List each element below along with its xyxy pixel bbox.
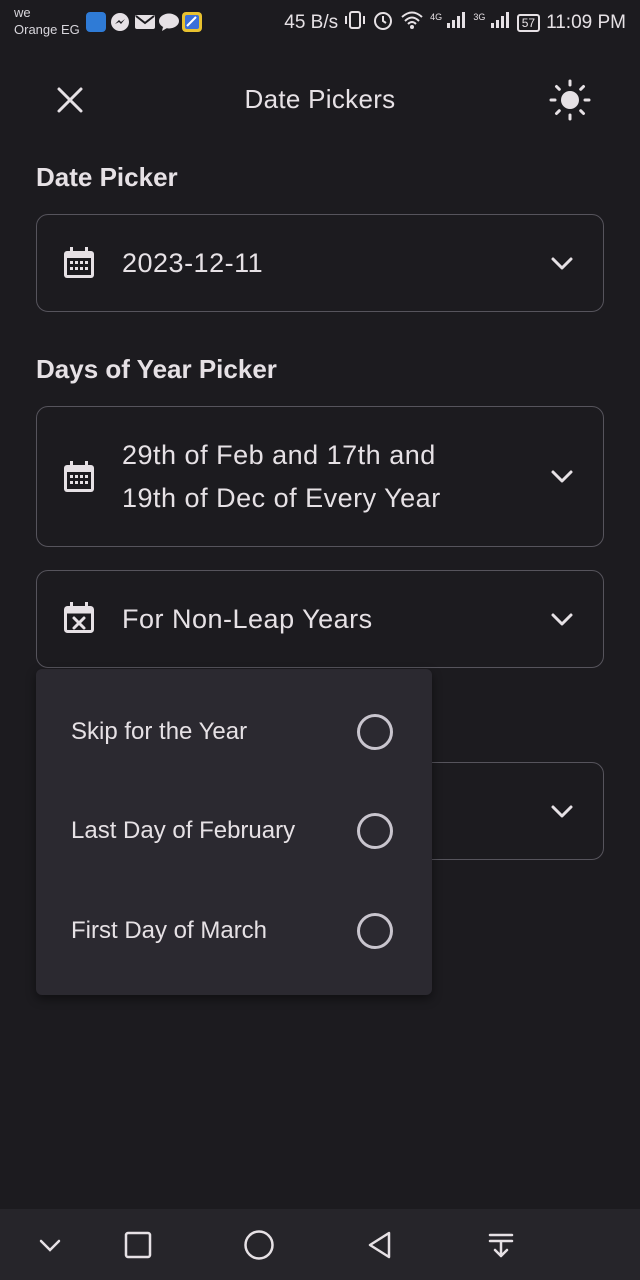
signal-bars-icon [490,12,511,28]
signal-3g: 3G [473,12,510,34]
menu-item-skip-for-the-year[interactable]: Skip for the Year [36,685,432,785]
battery-level: 57 [521,16,536,30]
non-leap-options-menu: Skip for the Year Last Day of February F… [36,669,432,995]
theme-toggle-button[interactable] [546,76,594,124]
page-title: Date Pickers [244,84,396,114]
sun-icon [549,79,591,121]
app-bar: Date Pickers [0,54,640,146]
days-of-year-value-line2: 19th of Dec of Every Year [122,483,441,513]
back-triangle-icon [368,1231,391,1259]
chevron-down-icon [39,1239,61,1252]
clock: 11:09 PM [546,12,626,33]
notification-pull-icon [488,1233,514,1258]
date-picker-label: Date Picker [36,162,178,192]
calendar-icon [64,461,94,492]
nav-recents-button[interactable] [118,1225,158,1265]
notification-icons [86,12,202,32]
status-bar: we Orange EG 45 B/s 4G 3G 57 11:09 PM [0,0,640,44]
date-picker-field[interactable]: 2023-12-11 [36,214,604,312]
screen: we Orange EG 45 B/s 4G 3G 57 11:09 PM Da… [0,0,640,1280]
signal-bars-icon [447,12,467,28]
days-of-year-label: Days of Year Picker [36,354,277,384]
status-right: 45 B/s 4G 3G 57 11:09 PM [284,9,626,37]
carrier-line2: Orange EG [14,22,80,37]
chevron-down-icon [551,613,573,626]
alarm-icon [372,9,394,37]
chevron-down-icon [551,470,573,483]
menu-item-label: Skip for the Year [71,718,248,745]
radio-button[interactable] [357,714,393,750]
menu-item-last-day-of-february[interactable]: Last Day of February [36,784,432,884]
radio-button[interactable] [357,813,393,849]
nav-back-button[interactable] [360,1225,400,1265]
wifi-icon [400,9,424,37]
messenger-icon [110,12,130,32]
menu-item-label: First Day of March [71,917,268,944]
radio-button[interactable] [357,913,393,949]
nav-home-button[interactable] [239,1225,279,1265]
calendar-icon [64,247,94,278]
chevron-down-icon [551,805,573,818]
days-of-year-value: 29th of Feb and 17th and 19th of Dec of … [122,434,441,520]
nav-notifications-button[interactable] [481,1225,521,1265]
carrier-info: we Orange EG [14,4,80,38]
date-picker-value: 2023-12-11 [122,248,264,278]
vibrate-icon [344,9,366,37]
non-leap-years-field[interactable]: For Non-Leap Years [36,570,604,668]
menu-item-first-day-of-march[interactable]: First Day of March [36,884,432,984]
chevron-down-icon [551,257,573,270]
circle-home-icon [244,1230,274,1260]
non-leap-years-value: For Non-Leap Years [122,604,373,634]
nav-collapse-button[interactable] [30,1225,70,1265]
carrier-line1: we [14,5,31,20]
days-of-year-field[interactable]: 29th of Feb and 17th and 19th of Dec of … [36,406,604,547]
days-of-year-value-line1: 29th of Feb and 17th and [122,440,436,470]
calendar-remove-icon [64,602,94,633]
signal-4g: 4G [430,12,467,34]
system-nav-bar [0,1209,640,1280]
app-icon [182,12,202,32]
square-icon [124,1231,152,1259]
menu-item-label: Last Day of February [71,817,296,844]
mail-icon [134,12,155,32]
shield-icon [86,12,106,32]
battery-icon: 57 [516,14,541,32]
chat-bubble-icon [158,12,179,32]
net-speed: 45 B/s [284,12,339,33]
